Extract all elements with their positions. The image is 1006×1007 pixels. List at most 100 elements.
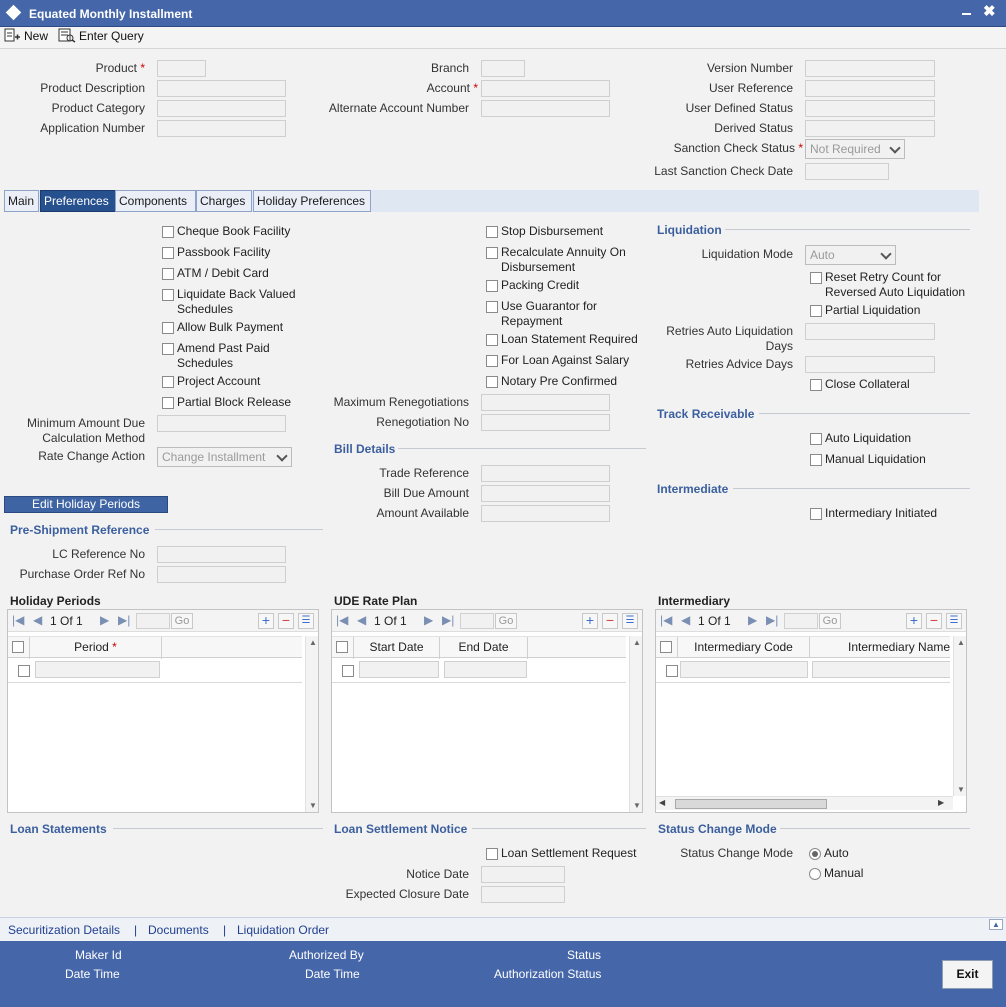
horizontal-scrollbar[interactable]: ◀ ▶ bbox=[656, 796, 953, 810]
go-button[interactable]: Go bbox=[819, 613, 841, 629]
loan-against-salary-checkbox[interactable] bbox=[486, 355, 498, 367]
next-page-icon[interactable]: ▶ bbox=[100, 613, 109, 627]
retries-advice-days-input[interactable] bbox=[805, 356, 935, 373]
last-page-icon[interactable]: ▶| bbox=[118, 613, 130, 627]
view-rows-icon[interactable]: ☰ bbox=[946, 613, 962, 629]
product-input[interactable] bbox=[157, 60, 206, 77]
recalculate-annuity-checkbox[interactable] bbox=[486, 247, 498, 259]
first-page-icon[interactable]: |◀ bbox=[12, 613, 24, 627]
page-number-input[interactable] bbox=[136, 613, 170, 629]
view-rows-icon[interactable]: ☰ bbox=[622, 613, 638, 629]
scroll-right-icon[interactable]: ▶ bbox=[938, 798, 944, 807]
last-page-icon[interactable]: ▶| bbox=[766, 613, 778, 627]
amount-available-input[interactable] bbox=[481, 505, 610, 522]
passbook-checkbox[interactable] bbox=[162, 247, 174, 259]
atm-debit-card-checkbox[interactable] bbox=[162, 268, 174, 280]
manual-radio[interactable] bbox=[809, 868, 821, 880]
renegotiation-no-input[interactable] bbox=[481, 414, 610, 431]
minimize-icon[interactable] bbox=[962, 13, 971, 15]
notice-date-input[interactable] bbox=[481, 866, 565, 883]
close-icon[interactable]: ✖ bbox=[983, 3, 996, 21]
cheque-book-checkbox[interactable] bbox=[162, 226, 174, 238]
tab-components[interactable]: Components bbox=[115, 190, 196, 212]
loan-settlement-request-checkbox[interactable] bbox=[486, 848, 498, 860]
new-button[interactable]: New bbox=[4, 28, 48, 43]
project-account-checkbox[interactable] bbox=[162, 376, 174, 388]
first-page-icon[interactable]: |◀ bbox=[336, 613, 348, 627]
vertical-scrollbar[interactable]: ▲ ▼ bbox=[305, 636, 318, 812]
row-checkbox[interactable] bbox=[666, 665, 678, 677]
scroll-left-icon[interactable]: ◀ bbox=[659, 798, 665, 807]
tab-preferences[interactable]: Preferences bbox=[40, 190, 116, 212]
row-checkbox[interactable] bbox=[18, 665, 30, 677]
enter-query-button[interactable]: Enter Query bbox=[58, 28, 144, 43]
start-date-cell-input[interactable] bbox=[359, 661, 439, 678]
amend-past-paid-checkbox[interactable] bbox=[162, 343, 174, 355]
documents-link[interactable]: Documents bbox=[148, 923, 209, 937]
add-row-icon[interactable]: + bbox=[906, 613, 922, 629]
auto-liquidation-checkbox[interactable] bbox=[810, 433, 822, 445]
packing-credit-checkbox[interactable] bbox=[486, 280, 498, 292]
add-row-icon[interactable]: + bbox=[258, 613, 274, 629]
intermediary-code-cell-input[interactable] bbox=[680, 661, 808, 678]
max-renegotiations-input[interactable] bbox=[481, 394, 610, 411]
last-page-icon[interactable]: ▶| bbox=[442, 613, 454, 627]
delete-row-icon[interactable]: − bbox=[602, 613, 618, 629]
product-category-input[interactable] bbox=[157, 100, 286, 117]
application-number-input[interactable] bbox=[157, 120, 286, 137]
trade-reference-input[interactable] bbox=[481, 465, 610, 482]
next-page-icon[interactable]: ▶ bbox=[424, 613, 433, 627]
alternate-account-input[interactable] bbox=[481, 100, 610, 117]
close-collateral-checkbox[interactable] bbox=[810, 379, 822, 391]
view-rows-icon[interactable]: ☰ bbox=[298, 613, 314, 629]
select-all-checkbox[interactable] bbox=[12, 641, 24, 653]
liquidation-mode-select[interactable]: Auto bbox=[805, 245, 896, 265]
tab-main[interactable]: Main bbox=[4, 190, 39, 212]
liquidate-back-valued-checkbox[interactable] bbox=[162, 289, 174, 301]
manual-liquidation-checkbox[interactable] bbox=[810, 454, 822, 466]
page-number-input[interactable] bbox=[460, 613, 494, 629]
product-description-input[interactable] bbox=[157, 80, 286, 97]
version-number-input[interactable] bbox=[805, 60, 935, 77]
expected-closure-date-input[interactable] bbox=[481, 886, 565, 903]
go-button[interactable]: Go bbox=[495, 613, 517, 629]
select-all-checkbox[interactable] bbox=[336, 641, 348, 653]
purchase-order-ref-input[interactable] bbox=[157, 566, 286, 583]
partial-liquidation-checkbox[interactable] bbox=[810, 305, 822, 317]
edit-holiday-periods-button[interactable]: Edit Holiday Periods bbox=[4, 496, 168, 513]
first-page-icon[interactable]: |◀ bbox=[660, 613, 672, 627]
intermediary-initiated-checkbox[interactable] bbox=[810, 508, 822, 520]
prev-page-icon[interactable]: ◀ bbox=[33, 613, 42, 627]
min-amount-due-input[interactable] bbox=[157, 415, 286, 432]
intermediary-name-cell-input[interactable] bbox=[812, 661, 950, 678]
auto-radio[interactable] bbox=[809, 848, 821, 860]
scroll-thumb[interactable] bbox=[675, 799, 827, 809]
account-input[interactable] bbox=[481, 80, 610, 97]
page-number-input[interactable] bbox=[784, 613, 818, 629]
exit-button[interactable]: Exit bbox=[942, 960, 993, 989]
go-button[interactable]: Go bbox=[171, 613, 193, 629]
allow-bulk-payment-checkbox[interactable] bbox=[162, 322, 174, 334]
retries-auto-liquidation-input[interactable] bbox=[805, 323, 935, 340]
stop-disbursement-checkbox[interactable] bbox=[486, 226, 498, 238]
bill-due-amount-input[interactable] bbox=[481, 485, 610, 502]
select-all-checkbox[interactable] bbox=[660, 641, 672, 653]
lc-reference-input[interactable] bbox=[157, 546, 286, 563]
use-guarantor-checkbox[interactable] bbox=[486, 301, 498, 313]
delete-row-icon[interactable]: − bbox=[926, 613, 942, 629]
securitization-details-link[interactable]: Securitization Details bbox=[8, 923, 120, 937]
row-checkbox[interactable] bbox=[342, 665, 354, 677]
vertical-scrollbar[interactable]: ▲ ▼ bbox=[629, 636, 642, 812]
notary-pre-confirmed-checkbox[interactable] bbox=[486, 376, 498, 388]
loan-statement-required-checkbox[interactable] bbox=[486, 334, 498, 346]
rate-change-action-select[interactable]: Change Installment bbox=[157, 447, 292, 467]
branch-input[interactable] bbox=[481, 60, 525, 77]
reset-retry-count-checkbox[interactable] bbox=[810, 272, 822, 284]
next-page-icon[interactable]: ▶ bbox=[748, 613, 757, 627]
derived-status-input[interactable] bbox=[805, 120, 935, 137]
user-defined-status-input[interactable] bbox=[805, 100, 935, 117]
collapse-up-icon[interactable]: ▲ bbox=[989, 919, 1003, 930]
prev-page-icon[interactable]: ◀ bbox=[681, 613, 690, 627]
user-reference-input[interactable] bbox=[805, 80, 935, 97]
vertical-scrollbar[interactable]: ▲ ▼ bbox=[953, 636, 966, 796]
